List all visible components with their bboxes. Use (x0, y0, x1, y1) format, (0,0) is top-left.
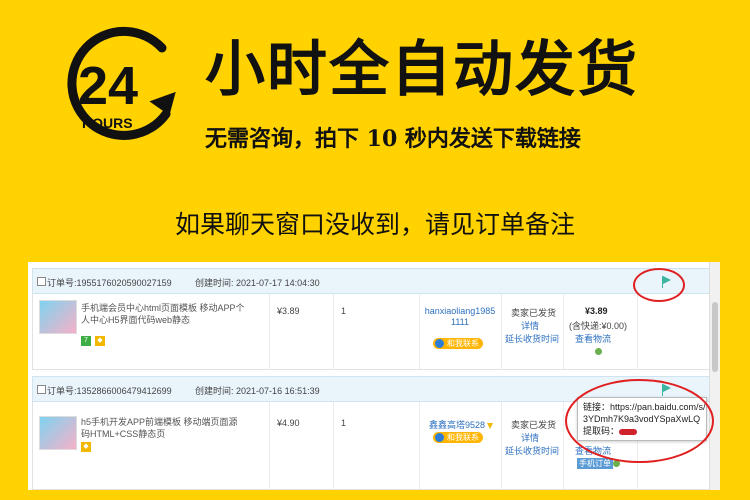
logo-word: HOURS (82, 115, 133, 131)
extend-receipt-link[interactable]: 延长收货时间 (505, 332, 559, 345)
wangwang-status-icon (487, 422, 494, 429)
order-label: 订单号: (47, 386, 77, 396)
order-header: 订单号:1955176020590027159 创建时间: 2021-07-17… (32, 268, 710, 294)
product-title[interactable]: h5手机开发APP前端模板 移动端页面源码HTML+CSS静态页 (81, 416, 246, 440)
highlight-circle (565, 379, 714, 463)
mobile-order-badge: 手机订单 (577, 458, 613, 469)
detail-link[interactable]: 详情 (521, 319, 539, 332)
quantity: 1 (341, 306, 347, 316)
order-number: 1352866006479412699 (76, 386, 172, 396)
product-title[interactable]: 手机端会员中心html页面模板 移动APP个人中心H5界面代码web静态 (81, 302, 246, 326)
buyer-name[interactable]: hanxiaoliang19851111 (424, 306, 496, 328)
highlight-circle (633, 268, 685, 302)
created-time: 2021-07-16 16:51:39 (236, 386, 320, 396)
detail-link[interactable]: 详情 (521, 431, 539, 444)
created-time: 2021-07-17 14:04:30 (236, 278, 320, 288)
guarantee-icon: ◆ (95, 336, 105, 346)
total-price: ¥3.89 (585, 306, 608, 316)
quantity: 1 (341, 418, 347, 428)
order-number: 1955176020590027159 (76, 278, 172, 288)
created-label: 创建时间: (195, 278, 234, 288)
scroll-thumb[interactable] (712, 302, 718, 372)
contact-seller-button[interactable]: 和我联系 (433, 338, 483, 349)
order-note-hint: 如果聊天窗口没收到，请见订单备注 (174, 210, 575, 239)
scrollbar[interactable] (709, 262, 720, 490)
shipping-fee: (含快递:¥0.00) (569, 321, 628, 331)
clock-arrow-icon: 24 HOURS (67, 26, 176, 140)
logistics-dot-icon (595, 348, 602, 355)
order-row: 手机端会员中心html页面模板 移动APP个人中心H5界面代码web静态 7 ◆… (32, 294, 710, 370)
logo-number: 24 (78, 56, 138, 116)
product-thumbnail[interactable] (39, 300, 77, 334)
view-logistics-link[interactable]: 查看物流 (575, 332, 611, 345)
buyer-name: 鑫鑫高塔9528 (429, 420, 486, 430)
order-checkbox[interactable] (37, 277, 46, 286)
contact-seller-button[interactable]: 和我联系 (433, 432, 483, 443)
seven-day-return-icon: 7 (81, 336, 91, 346)
order-label: 订单号: (47, 278, 77, 288)
product-thumbnail[interactable] (39, 416, 77, 450)
headline: 小时全自动发货 (205, 35, 639, 105)
created-label: 创建时间: (195, 386, 234, 396)
order-checkbox[interactable] (37, 385, 46, 394)
order-status: 卖家已发货 (511, 420, 557, 430)
extend-receipt-link[interactable]: 延长收货时间 (505, 444, 559, 457)
guarantee-icon: ◆ (81, 442, 91, 452)
subline: 无需咨询，拍下 10 秒内发送下载链接 (205, 126, 581, 152)
unit-price: ¥4.90 (277, 418, 300, 428)
order-status: 卖家已发货 (511, 308, 557, 318)
unit-price: ¥3.89 (277, 306, 300, 316)
